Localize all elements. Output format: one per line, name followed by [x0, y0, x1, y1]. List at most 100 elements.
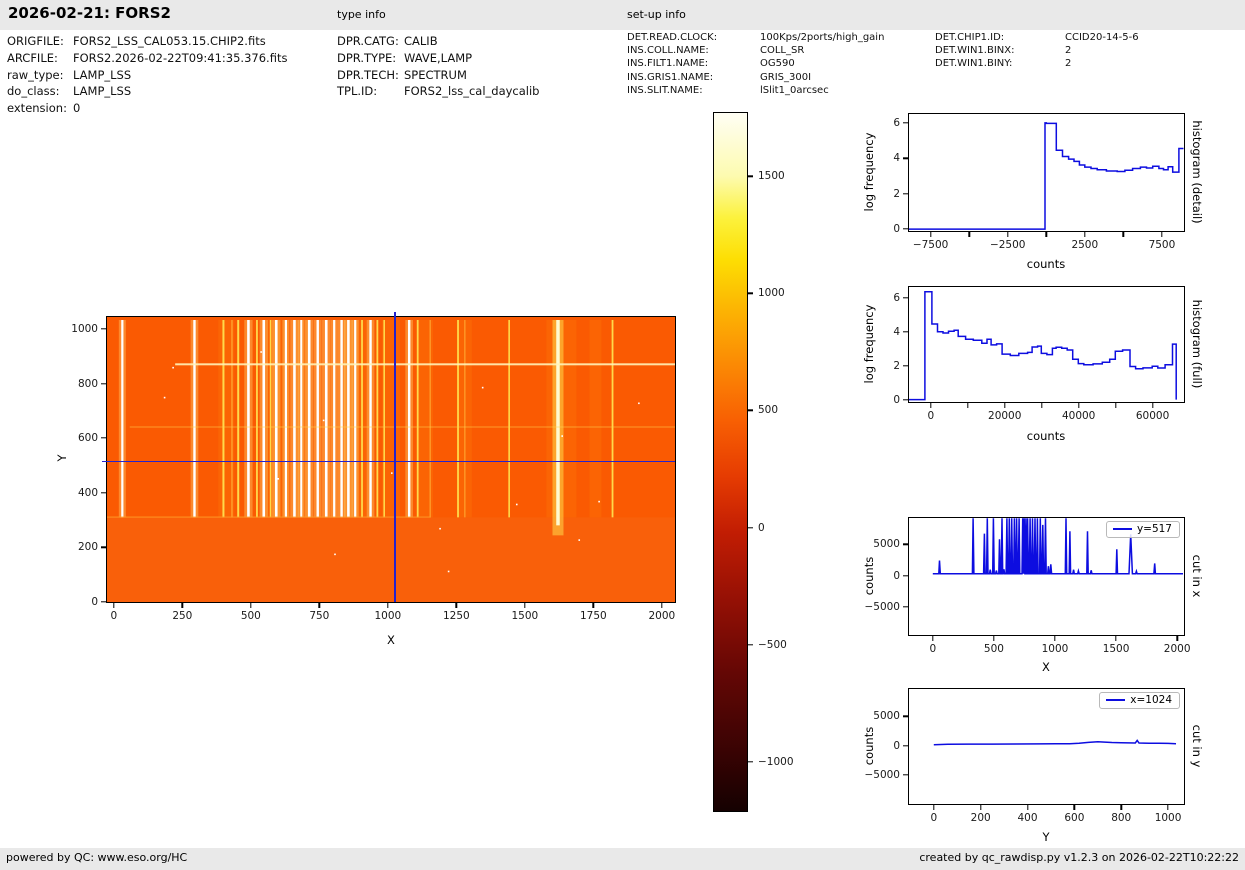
y-tick-label: 5000: [873, 538, 900, 550]
info-row: INS.GRIS1.NAME:GRIS_300I: [627, 71, 884, 84]
colorbar-tick: [748, 644, 753, 645]
info-value: OG590: [760, 57, 795, 70]
y-tick-label: 6: [893, 117, 900, 129]
x-tick-label: 2500: [1071, 239, 1098, 251]
y-tick-label: −5000: [864, 769, 900, 781]
info-row: INS.SLIT.NAME:lSlit1_0arcsec: [627, 84, 884, 97]
y-axis-label: counts: [862, 727, 876, 765]
y-tick: [903, 365, 908, 366]
y-tick: [903, 715, 908, 716]
info-row: extension:0: [7, 100, 287, 117]
y-tick-label: 0: [893, 740, 900, 752]
colorbar-tick: [748, 176, 753, 177]
info-label: ORIGFILE:: [7, 33, 73, 50]
x-tick: [930, 403, 931, 408]
x-tick: [968, 232, 969, 237]
info-label: DPR.TYPE:: [337, 50, 404, 67]
info-row: DPR.TECH:SPECTRUM: [337, 67, 539, 84]
x-tick: [1054, 636, 1055, 641]
info-label: INS.COLL.NAME:: [627, 44, 760, 57]
footer-left-text: powered by QC: www.eso.org/HC: [6, 851, 187, 864]
info-row: raw_type:LAMP_LSS: [7, 67, 287, 84]
x-tick: [1115, 636, 1116, 641]
x-axis-label: Y: [1042, 830, 1049, 844]
x-tick-label: 800: [1111, 812, 1131, 824]
y-tick-label: 5000: [873, 710, 900, 722]
y-tick: [903, 122, 908, 123]
info-value: 2: [1065, 44, 1071, 57]
info-label: INS.FILT1.NAME:: [627, 57, 760, 70]
legend: y=517: [1106, 521, 1180, 538]
info-label: extension:: [7, 100, 73, 117]
y-tick-label: 1000: [71, 323, 98, 335]
colorbar-tick: [748, 527, 753, 528]
info-value: FORS2.2026-02-22T09:41:35.376.fits: [73, 50, 287, 67]
x-tick: [933, 805, 934, 810]
x-tick-label: 0: [929, 643, 936, 655]
info-row: DET.WIN1.BINX:2: [935, 44, 1139, 57]
info-value: LAMP_LSS: [73, 83, 131, 100]
right-axis-label: cut in x: [1190, 555, 1204, 598]
x-tick: [1176, 636, 1177, 641]
y-tick-label: 800: [78, 378, 98, 390]
histogram-detail-plot: −7500−2500250075000246: [908, 113, 1185, 232]
y-axis-label: log frequency: [862, 133, 876, 212]
colorbar-tick-label: 1500: [758, 170, 785, 182]
x-tick-label: 750: [309, 610, 329, 622]
main-y-axis-label: Y: [55, 454, 69, 461]
y-tick: [903, 745, 908, 746]
info-label: DPR.CATG:: [337, 33, 404, 50]
info-value: FORS2_LSS_CAL053.15.CHIP2.fits: [73, 33, 266, 50]
x-tick: [1161, 232, 1162, 237]
x-tick: [1121, 805, 1122, 810]
x-tick: [182, 603, 183, 608]
right-axis-label: cut in y: [1190, 725, 1204, 768]
info-value: 0: [73, 100, 80, 117]
y-tick: [903, 606, 908, 607]
y-tick-label: 0: [893, 394, 900, 406]
x-tick: [932, 636, 933, 641]
info-value: LAMP_LSS: [73, 67, 131, 84]
info-value: 100Kps/2ports/high_gain: [760, 31, 884, 44]
y-tick-label: 2: [893, 360, 900, 372]
colorbar-tick: [748, 761, 753, 762]
info-value: lSlit1_0arcsec: [760, 84, 829, 97]
y-tick: [101, 328, 106, 329]
info-label: DET.CHIP1.ID:: [935, 31, 1065, 44]
x-tick: [456, 603, 457, 608]
setup-info-block-right: DET.CHIP1.ID:CCID20-14-5-6 DET.WIN1.BINX…: [935, 31, 1139, 71]
x-tick: [1074, 805, 1075, 810]
info-label: do_class:: [7, 83, 73, 100]
y-tick: [903, 228, 908, 229]
info-row: ARCFILE:FORS2.2026-02-22T09:41:35.376.fi…: [7, 50, 287, 67]
info-value: COLL_SR: [760, 44, 804, 57]
x-tick: [113, 603, 114, 608]
section-label-setup-info: set-up info: [627, 8, 686, 21]
y-tick: [903, 297, 908, 298]
y-tick-label: 4: [893, 326, 900, 338]
file-info-block: ORIGFILE:FORS2_LSS_CAL053.15.CHIP2.fits …: [7, 33, 287, 117]
hist_full-curve: [909, 287, 1184, 402]
info-row: DET.CHIP1.ID:CCID20-14-5-6: [935, 31, 1139, 44]
colorbar-tick: [748, 293, 753, 294]
y-tick-label: 0: [893, 570, 900, 582]
y-axis-label: log frequency: [862, 305, 876, 384]
x-tick: [387, 603, 388, 608]
info-row: DET.READ.CLOCK:100Kps/2ports/high_gain: [627, 31, 884, 44]
x-tick-label: 2000: [648, 610, 675, 622]
x-tick: [967, 403, 968, 408]
hist_detail-curve: [909, 114, 1184, 231]
x-tick-label: 500: [241, 610, 261, 622]
x-tick: [250, 603, 251, 608]
info-label: ARCFILE:: [7, 50, 73, 67]
info-label: TPL.ID:: [337, 83, 404, 100]
x-tick-label: 0: [927, 410, 934, 422]
y-tick: [903, 331, 908, 332]
crosshair-horizontal: [102, 461, 675, 462]
x-tick-label: 1250: [443, 610, 470, 622]
info-value: 2: [1065, 57, 1071, 70]
x-tick-label: 2000: [1164, 643, 1191, 655]
raw-image-plot: 0250500750100012501500175020000200400600…: [106, 316, 676, 603]
legend-label: y=517: [1137, 523, 1172, 535]
y-tick: [101, 492, 106, 493]
